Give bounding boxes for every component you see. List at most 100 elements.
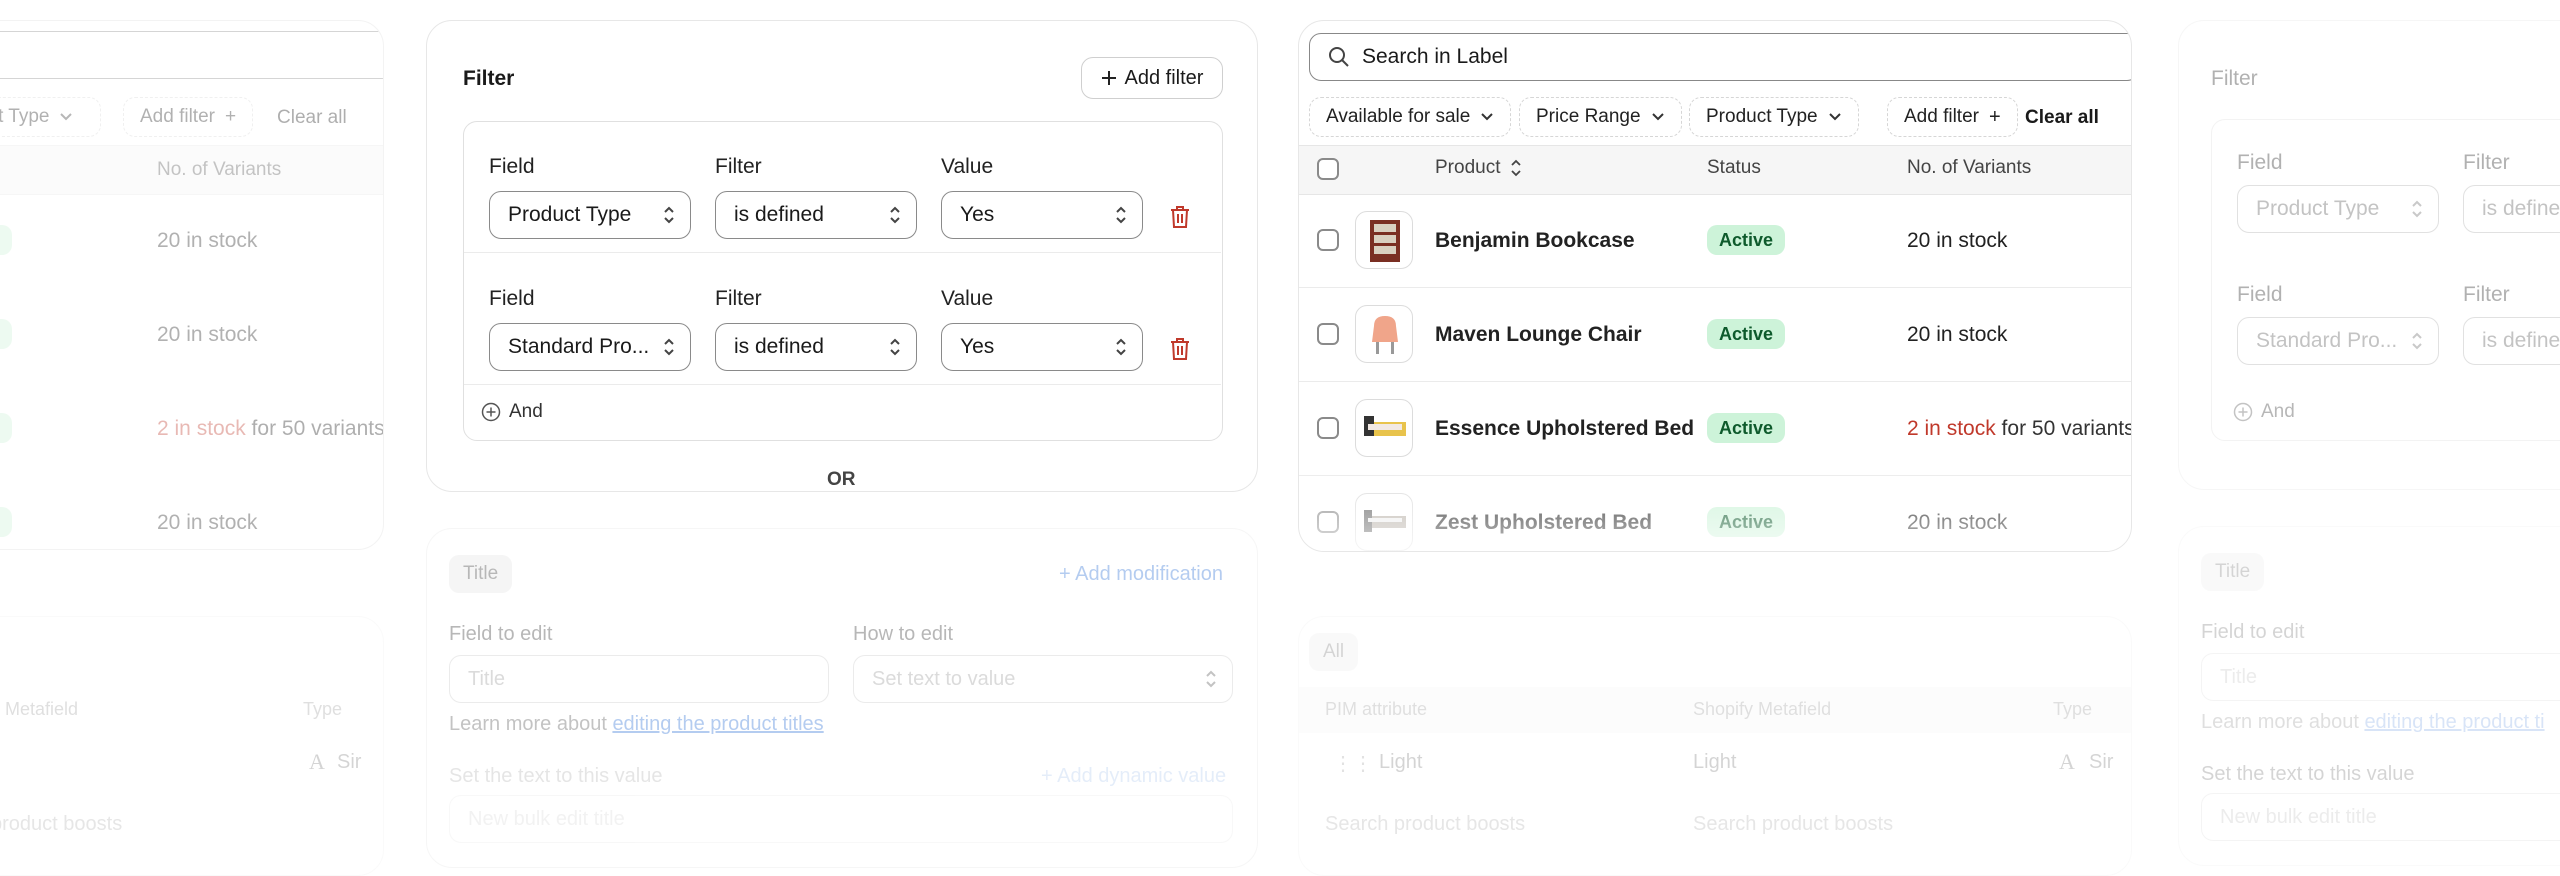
left-status-badge: ive — [0, 319, 13, 349]
filter-row-field-select[interactable]: Product Type — [489, 191, 691, 239]
filter-row-field-label: Field — [489, 155, 535, 178]
right-field-value-2: Standard Pro... — [2256, 329, 2398, 352]
add-dynamic-link[interactable]: + Add dynamic value — [1041, 765, 1226, 788]
col-product[interactable]: Product — [1435, 157, 1522, 179]
left-stock-count: 20 in stock — [157, 323, 258, 346]
filter-chip-label: Available for sale — [1326, 106, 1471, 127]
search-boosts-2[interactable]: Search product boosts — [1693, 813, 1893, 836]
filter-row-filter-value: is defined — [734, 203, 824, 226]
mapping-card: All PIM attribute Shopify Metafield Type… — [1298, 616, 2132, 876]
table-fade — [1299, 461, 2131, 551]
chevron-updown-icon — [1116, 206, 1126, 224]
col-shopify: Shopify Metafield — [1693, 699, 1832, 719]
add-filter-label: Add filter — [1124, 66, 1204, 89]
left-stock-text: 20 in stock — [157, 229, 257, 253]
add-filter-button[interactable]: Add filter — [1081, 57, 1223, 99]
chevron-updown-icon — [664, 206, 674, 224]
clear-all-button[interactable]: Clear all — [2025, 107, 2099, 129]
right-learn-more-link[interactable]: editing the product ti — [2364, 711, 2544, 733]
left-stock-count: 2 in stock — [157, 417, 246, 440]
type-icon: A — [2059, 749, 2075, 774]
right-filter-card: Filter Field Filter Product Type is defi… — [2178, 20, 2560, 490]
right-field-value-1: Product Type — [2256, 197, 2380, 220]
filter-row-value-label: Value — [941, 287, 994, 310]
search-input[interactable]: Search in Label — [1309, 33, 2131, 81]
row-checkbox[interactable] — [1317, 229, 1339, 251]
filter-row-divider — [464, 252, 1221, 253]
left-products-card: uct Type Add filter + Clear all us No. o… — [0, 20, 384, 550]
field-to-edit-label: Field to edit — [449, 623, 553, 645]
right-field-select-1[interactable]: Product Type — [2237, 185, 2439, 233]
chevron-updown-icon — [1116, 338, 1126, 356]
how-to-edit-select[interactable]: Set text to value — [853, 655, 1233, 703]
left-stock-count: 20 in stock — [157, 511, 258, 534]
left-mapping-card: y Metafield Type A Sir product boosts — [0, 616, 384, 876]
row-checkbox[interactable] — [1317, 323, 1339, 345]
title-tag: Title — [449, 555, 513, 593]
left-stock-text: 20 in stock — [157, 323, 257, 347]
filter-chip[interactable]: Product Type — [1689, 97, 1859, 137]
left-status-badge: ive — [0, 413, 13, 443]
left-search-input[interactable] — [0, 31, 383, 79]
filter-chip[interactable]: Price Range — [1519, 97, 1682, 137]
chevron-updown-icon — [2412, 332, 2422, 350]
filter-row-filter-label: Filter — [715, 287, 762, 310]
right-title-input[interactable]: Title — [2201, 653, 2560, 701]
left-add-filter-chip[interactable]: Add filter + — [123, 97, 254, 137]
right-edit-card: Title Field to edit Title Learn more abo… — [2178, 526, 2560, 866]
right-and-button[interactable]: And — [2233, 401, 2295, 423]
right-filter-select-2[interactable]: is define — [2463, 317, 2560, 365]
col-status: Status — [1707, 157, 1761, 178]
chevron-updown-icon — [664, 338, 674, 356]
row-checkbox[interactable] — [1317, 417, 1339, 439]
plus-icon: + — [1988, 105, 2001, 128]
filter-row-value-select[interactable]: Yes — [941, 323, 1143, 371]
left-chip-product-type[interactable]: uct Type — [0, 97, 101, 137]
right-set-text: Set the text to this value — [2201, 763, 2415, 785]
add-modification-link[interactable]: + Add modification — [1059, 563, 1223, 586]
filter-chip-label: Price Range — [1536, 106, 1641, 127]
col-type: Type — [2053, 699, 2093, 719]
delete-icon[interactable] — [1169, 205, 1191, 229]
filter-row-field-label: Field — [489, 287, 535, 310]
filter-row-value-value: Yes — [960, 203, 995, 226]
filter-row-filter-select[interactable]: is defined — [715, 323, 917, 371]
filter-group — [463, 121, 1223, 441]
add-filter-chip[interactable]: Add filter + — [1887, 97, 2018, 137]
select-all-checkbox[interactable] — [1317, 158, 1339, 180]
field-to-edit-input[interactable]: Title — [449, 655, 829, 703]
product-name[interactable]: Essence Upholstered Bed — [1435, 417, 1694, 441]
filter-row-filter-label: Filter — [715, 155, 762, 178]
right-filter-label-2: Filter — [2463, 283, 2510, 306]
left-stock-count: 20 in stock — [157, 229, 258, 252]
product-name[interactable]: Benjamin Bookcase — [1435, 229, 1635, 253]
filter-chip[interactable]: Available for sale — [1309, 97, 1512, 137]
right-filter-title: Filter — [2211, 67, 2258, 90]
search-placeholder: Search in Label — [1362, 45, 1508, 68]
drag-handle-icon[interactable]: ⋮⋮ — [1333, 751, 1373, 776]
right-filter-select-1[interactable]: is define — [2463, 185, 2560, 233]
product-thumbnail — [1355, 211, 1413, 269]
table-row[interactable]: Maven Lounge Chair Active 20 in stock — [1299, 287, 2131, 381]
filter-row-filter-select[interactable]: is defined — [715, 191, 917, 239]
new-title-input[interactable]: New bulk edit title — [449, 795, 1233, 843]
left-clear-all[interactable]: Clear all — [277, 107, 347, 129]
shopify-value[interactable]: Light — [1693, 751, 1736, 774]
left-search-boosts[interactable]: product boosts — [0, 813, 122, 836]
right-filter-label-1: Filter — [2463, 151, 2510, 174]
filter-title: Filter — [463, 67, 515, 90]
product-name[interactable]: Maven Lounge Chair — [1435, 323, 1642, 347]
tab-all[interactable]: All — [1309, 633, 1359, 671]
learn-more-link[interactable]: editing the product titles — [612, 713, 823, 735]
and-button[interactable]: And — [481, 401, 543, 423]
filter-row-value-select[interactable]: Yes — [941, 191, 1143, 239]
table-row[interactable]: Benjamin Bookcase Active 20 in stock — [1299, 193, 2131, 287]
status-badge: Active — [1707, 319, 1786, 349]
filter-row-field-select[interactable]: Standard Pro... — [489, 323, 691, 371]
chevron-down-icon — [60, 113, 73, 121]
right-new-title[interactable]: New bulk edit title — [2201, 793, 2560, 841]
delete-icon[interactable] — [1169, 337, 1191, 361]
search-boosts-1[interactable]: Search product boosts — [1325, 813, 1525, 836]
left-type-label: Type — [303, 699, 343, 719]
right-field-select-2[interactable]: Standard Pro... — [2237, 317, 2439, 365]
